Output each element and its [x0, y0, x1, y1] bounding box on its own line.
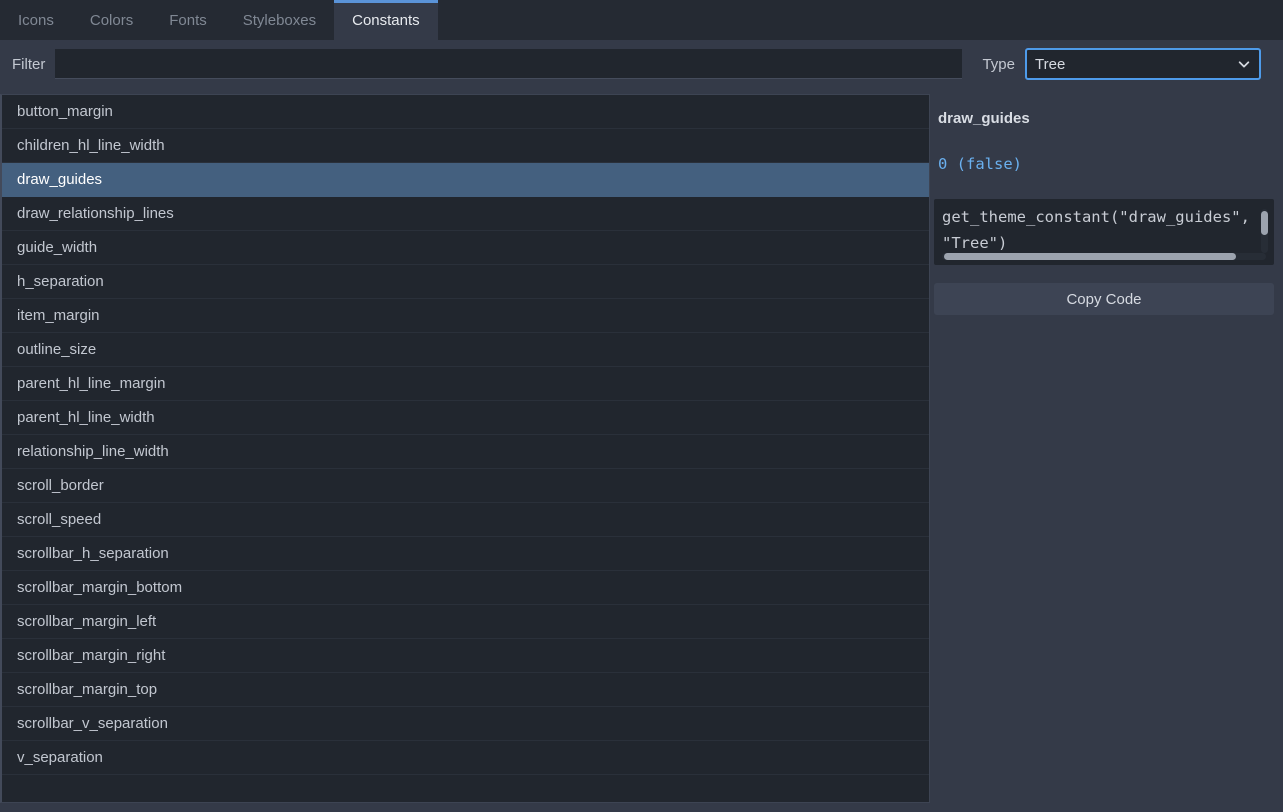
code-vertical-scrollbar-thumb[interactable]	[1261, 211, 1268, 235]
list-item[interactable]: draw_relationship_lines	[2, 197, 929, 231]
list-item-label: draw_relationship_lines	[17, 205, 174, 222]
tab-fonts[interactable]: Fonts	[151, 0, 225, 40]
list-item-label: draw_guides	[17, 171, 103, 188]
list-item-label: scroll_border	[17, 477, 104, 494]
constants-list-panel[interactable]: button_margin children_hl_line_width draw_…	[0, 94, 930, 803]
code-snippet-text: get_theme_constant("draw_guides", "Tree"…	[942, 208, 1260, 252]
list-item[interactable]: item_margin	[2, 299, 929, 333]
list-item[interactable]: scrollbar_margin_top	[2, 673, 929, 707]
list-item-label: children_hl_line_width	[17, 137, 165, 154]
copy-code-button-label: Copy Code	[1066, 290, 1142, 308]
tab-constants-label: Constants	[352, 11, 420, 29]
list-item[interactable]: scrollbar_margin_bottom	[2, 571, 929, 605]
copy-code-button[interactable]: Copy Code	[934, 283, 1274, 315]
constants-list: button_margin children_hl_line_width draw_…	[2, 95, 929, 802]
list-item[interactable]: scrollbar_h_separation	[2, 537, 929, 571]
type-select[interactable]: Tree	[1025, 48, 1261, 80]
type-select-value: Tree	[1035, 55, 1066, 73]
list-item-label: button_margin	[17, 103, 113, 120]
list-item-label: parent_hl_line_margin	[17, 375, 166, 392]
list-item-label: scrollbar_h_separation	[17, 545, 169, 562]
tab-fonts-label: Fonts	[169, 11, 207, 29]
list-item[interactable]: draw_guides	[2, 163, 929, 197]
detail-panel: draw_guides 0 (false) get_theme_constant…	[934, 94, 1274, 803]
list-item[interactable]: guide_width	[2, 231, 929, 265]
tab-bar: Icons Colors Fonts Styleboxes Constants	[0, 0, 1283, 40]
list-item[interactable]: scrollbar_margin_right	[2, 639, 929, 673]
detail-value: 0 (false)	[938, 155, 1022, 173]
theme-editor-window: Icons Colors Fonts Styleboxes Constants …	[0, 0, 1283, 812]
list-item-label: relationship_line_width	[17, 443, 169, 460]
list-item-label: scroll_speed	[17, 511, 102, 528]
code-horizontal-scrollbar-thumb[interactable]	[944, 253, 1236, 260]
list-item-label: scrollbar_margin_left	[17, 613, 157, 630]
list-item[interactable]: relationship_line_width	[2, 435, 929, 469]
list-item-label: guide_width	[17, 239, 98, 256]
list-item-label: parent_hl_line_width	[17, 409, 155, 426]
list-item-label: scrollbar_v_separation	[17, 715, 168, 732]
code-snippet-box[interactable]: get_theme_constant("draw_guides", "Tree"…	[934, 199, 1274, 265]
list-item[interactable]: h_separation	[2, 265, 929, 299]
list-item[interactable]: children_hl_line_width	[2, 129, 929, 163]
detail-title: draw_guides	[938, 110, 1030, 127]
type-label: Type	[982, 55, 1015, 73]
list-item-label: scrollbar_margin_top	[17, 681, 158, 698]
list-item[interactable]: parent_hl_line_width	[2, 401, 929, 435]
tab-constants[interactable]: Constants	[334, 0, 438, 40]
tab-styleboxes[interactable]: Styleboxes	[225, 0, 334, 40]
filter-bar: Filter Type Tree	[0, 40, 1283, 88]
list-item-label: item_margin	[17, 307, 100, 324]
list-item[interactable]: scroll_speed	[2, 503, 929, 537]
list-item-label: h_separation	[17, 273, 104, 290]
list-item[interactable]: v_separation	[2, 741, 929, 775]
list-item-label: scrollbar_margin_bottom	[17, 579, 183, 596]
code-vertical-scrollbar[interactable]	[1261, 209, 1268, 253]
tab-colors-label: Colors	[89, 11, 134, 29]
list-item[interactable]: scrollbar_v_separation	[2, 707, 929, 741]
filter-input[interactable]	[55, 49, 963, 79]
tab-icons-label: Icons	[18, 11, 54, 29]
list-item[interactable]: outline_size	[2, 333, 929, 367]
list-item[interactable]: button_margin	[2, 95, 929, 129]
list-item[interactable]: parent_hl_line_margin	[2, 367, 929, 401]
tab-styleboxes-label: Styleboxes	[242, 11, 317, 29]
chevron-down-icon	[1238, 61, 1250, 68]
list-item-label: outline_size	[17, 341, 97, 358]
list-item-label: scrollbar_margin_right	[17, 647, 166, 664]
tab-icons[interactable]: Icons	[0, 0, 72, 40]
code-horizontal-scrollbar[interactable]	[942, 253, 1266, 260]
tab-colors[interactable]: Colors	[72, 0, 151, 40]
list-item[interactable]: scroll_border	[2, 469, 929, 503]
list-item[interactable]: scrollbar_margin_left	[2, 605, 929, 639]
list-item-label: v_separation	[17, 749, 103, 766]
filter-label: Filter	[12, 55, 46, 73]
